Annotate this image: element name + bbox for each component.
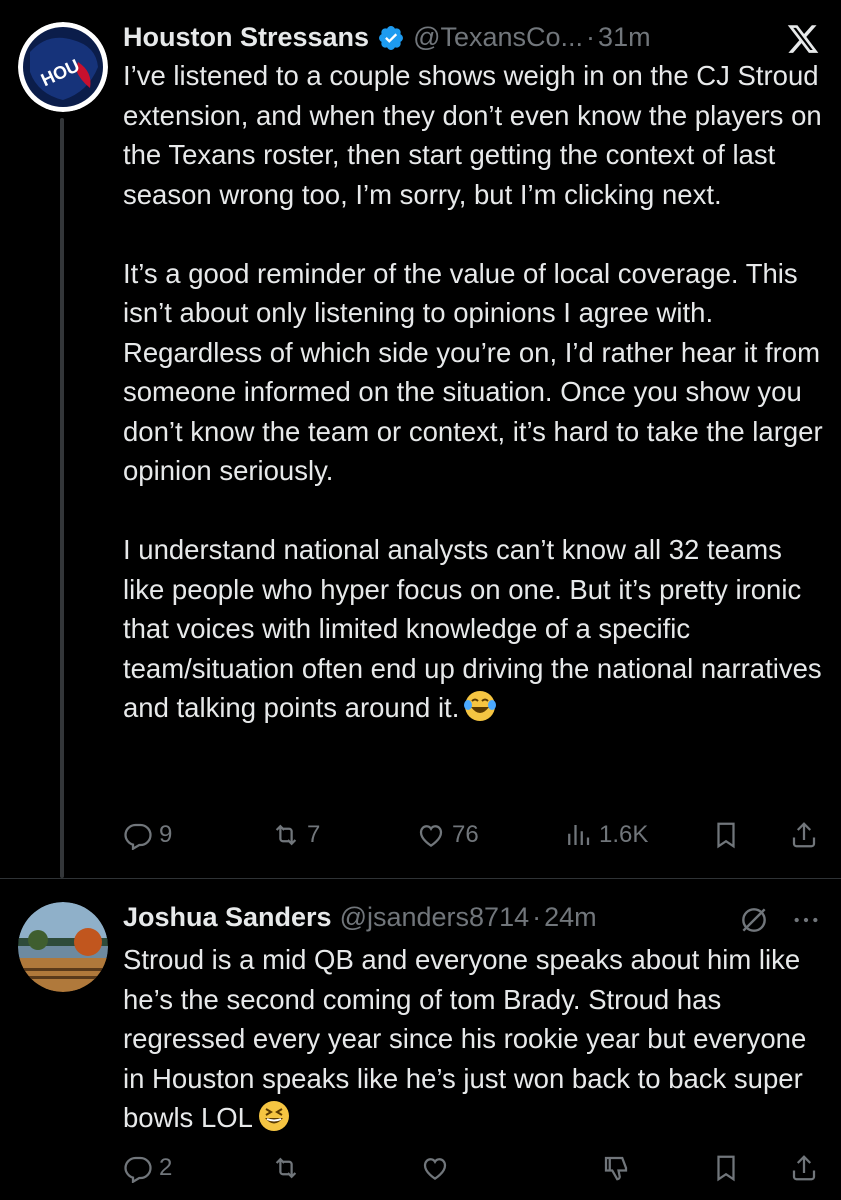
grinning-squint-emoji [257, 1099, 291, 1144]
separator-dot: · [586, 22, 596, 52]
reply-tweet-header: Joshua Sanders @jsanders8714 · 24m [123, 902, 597, 933]
author-name[interactable]: Houston Stressans [123, 22, 369, 53]
downvote-icon [604, 1156, 628, 1181]
share-button[interactable] [789, 815, 819, 855]
tweet-header: Houston Stressans @TexansCo... · 31m [123, 22, 651, 53]
author-handle[interactable]: @TexansCo... [413, 22, 583, 53]
bookmark-button[interactable] [711, 815, 741, 855]
repost-count: 7 [307, 821, 321, 848]
reply-icon [124, 823, 152, 850]
verified-badge-icon [377, 24, 405, 52]
separator-dot: · [532, 902, 542, 932]
reply-button[interactable]: 9 [123, 815, 172, 855]
views-button[interactable]: 1.6K [563, 815, 648, 855]
like-count: 76 [452, 821, 479, 848]
repost-button[interactable] [271, 1148, 301, 1188]
like-button[interactable] [420, 1148, 450, 1188]
tweet-paragraph: I understand national analysts can’t kno… [123, 530, 823, 734]
bookmark-icon [717, 822, 735, 849]
share-button[interactable] [789, 1148, 819, 1188]
like-button[interactable]: 76 [416, 815, 479, 855]
tweet-divider [0, 878, 841, 879]
repost-icon [275, 1157, 297, 1179]
tweet-body: I’ve listened to a couple shows weigh in… [123, 56, 823, 734]
like-icon [423, 1158, 447, 1180]
avatar-joshua-sanders[interactable] [18, 902, 108, 992]
reply-count: 9 [159, 821, 173, 848]
downvote-button[interactable] [601, 1148, 631, 1188]
timestamp[interactable]: 31m [598, 22, 651, 53]
avatar-houston-stressans[interactable]: HOU [18, 22, 108, 112]
tweet-paragraph: I’ve listened to a couple shows weigh in… [123, 60, 822, 210]
reply-button[interactable]: 2 [123, 1148, 172, 1188]
thread-connector-line [60, 118, 64, 878]
reply-tweet-body: Stroud is a mid QB and everyone speaks a… [123, 940, 823, 1144]
reply-icon [124, 1156, 152, 1183]
more-icon[interactable] [790, 904, 822, 941]
author-handle[interactable]: @jsanders8714 [340, 902, 530, 933]
main-tweet[interactable]: HOU Houston Stressans @TexansCo... · 31m… [0, 0, 841, 878]
reply-count: 2 [159, 1154, 173, 1181]
repost-button[interactable]: 7 [271, 815, 320, 855]
repost-icon [275, 824, 297, 846]
bookmark-button[interactable] [711, 1148, 741, 1188]
author-name[interactable]: Joshua Sanders [123, 902, 332, 933]
tweet-paragraph: It’s a good reminder of the value of loc… [123, 257, 823, 487]
bookmark-icon [717, 1155, 735, 1182]
laughing-tears-emoji [463, 689, 497, 734]
reply-action-bar: 2 [123, 1148, 823, 1188]
share-icon [792, 1155, 816, 1181]
timestamp[interactable]: 24m [544, 902, 597, 933]
grok-icon[interactable] [738, 904, 770, 941]
action-bar: 9 7 76 1.6K [123, 815, 823, 855]
views-icon [568, 825, 590, 845]
share-icon [792, 822, 816, 848]
tweet-paragraph: Stroud is a mid QB and everyone speaks a… [123, 940, 823, 1144]
like-icon [419, 825, 443, 847]
views-count: 1.6K [599, 821, 649, 848]
